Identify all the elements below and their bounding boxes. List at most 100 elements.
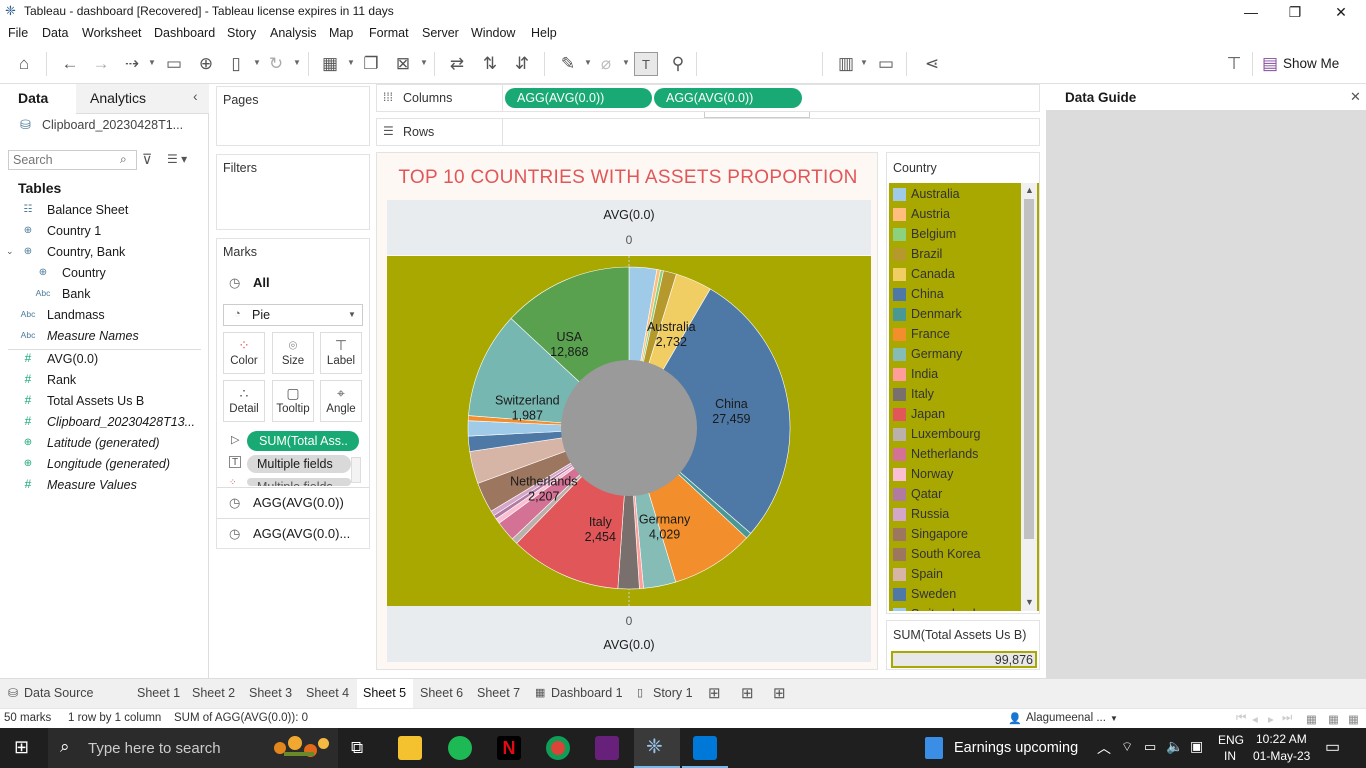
mark-type-dropdown[interactable]: ◔ Pie ▼ xyxy=(223,304,363,326)
news-widget[interactable]: Earnings upcoming xyxy=(954,740,1078,756)
rows-shelf[interactable]: ☰ Rows xyxy=(376,118,1040,146)
show-me-icon[interactable]: ▤ xyxy=(1258,52,1282,76)
field-balance-sheet[interactable]: ☷ Balance Sheet xyxy=(0,201,209,222)
agg-layer-1[interactable]: AGG(AVG(0.0)) xyxy=(253,495,344,510)
column-pill-1[interactable]: AGG(AVG(0.0)) xyxy=(505,88,652,108)
legend-scrollbar[interactable]: ▲ ▼ xyxy=(1021,183,1037,611)
clock-date[interactable]: 01-May-23 xyxy=(1253,749,1310,763)
field-bank[interactable]: Abc Bank xyxy=(0,285,209,306)
angle-pill[interactable]: SUM(Total Ass.. xyxy=(247,431,359,451)
tab-sheet-4[interactable]: Sheet 4 xyxy=(306,686,349,700)
tab-data[interactable]: Data xyxy=(18,90,48,106)
legend-item-sweden[interactable]: Sweden xyxy=(893,585,1021,605)
scroll-up-icon[interactable]: ▲ xyxy=(1025,185,1034,195)
close-icon[interactable]: ✕ xyxy=(1350,89,1361,105)
tab-story-1[interactable]: Story 1 xyxy=(653,686,693,700)
legend-item-canada[interactable]: Canada xyxy=(893,265,1021,285)
tab-sheet-3[interactable]: Sheet 3 xyxy=(249,686,292,700)
color-pill[interactable]: Multiple fields xyxy=(247,478,351,486)
datasource-name[interactable]: Clipboard_20230428T1... xyxy=(42,118,183,132)
field-total-assets[interactable]: # Total Assets Us B xyxy=(0,392,209,413)
redo-icon[interactable]: → xyxy=(89,52,113,76)
pie-chart[interactable]: Australia2,732 China27,459 Germany4,029 Ita… xyxy=(387,256,871,606)
legend-item-norway[interactable]: Norway xyxy=(893,465,1021,485)
new-dashboard-tab-icon[interactable]: ⊞ xyxy=(741,684,754,702)
save-icon[interactable]: ▭ xyxy=(162,52,186,76)
refresh-icon[interactable]: ↻ xyxy=(264,52,288,76)
legend-item-france[interactable]: France xyxy=(893,325,1021,345)
tab-dashboard-1[interactable]: Dashboard 1 xyxy=(551,686,623,700)
legend-item-india[interactable]: India xyxy=(893,365,1021,385)
close-window-button[interactable]: ✕ xyxy=(1326,2,1356,22)
legend-item-qatar[interactable]: Qatar xyxy=(893,485,1021,505)
tab-sheet-7[interactable]: Sheet 7 xyxy=(477,686,520,700)
field-rank[interactable]: # Rank xyxy=(0,371,209,392)
nav-next-icon[interactable]: ▸ xyxy=(1268,712,1274,726)
filters-card[interactable]: Filters xyxy=(216,154,370,230)
language-eng[interactable]: ENG xyxy=(1218,733,1244,747)
legend-item-luxembourg[interactable]: Luxembourg xyxy=(893,425,1021,445)
tooltip-button[interactable]: ▢ Tooltip xyxy=(272,380,314,422)
marks-all-label[interactable]: All xyxy=(253,275,270,290)
menu-story[interactable]: Story xyxy=(227,26,256,40)
sort-ascending-icon[interactable]: ⇅ xyxy=(478,52,502,76)
wifi-icon[interactable]: ⌔ xyxy=(1121,739,1133,755)
visual-studio-icon[interactable] xyxy=(595,736,619,760)
legend-item-south-korea[interactable]: South Korea xyxy=(893,545,1021,565)
legend-item-belgium[interactable]: Belgium xyxy=(893,225,1021,245)
view-options-icon[interactable]: ☰ ▾ xyxy=(167,152,187,166)
detail-button[interactable]: ∴ Detail xyxy=(223,380,265,422)
field-measure-values[interactable]: # Measure Values xyxy=(0,476,209,497)
task-view-icon[interactable]: ⧉ xyxy=(351,738,363,758)
battery-icon[interactable]: ▭ xyxy=(1144,739,1156,755)
new-story-tab-icon[interactable]: ⊞ xyxy=(773,684,786,702)
menu-format[interactable]: Format xyxy=(369,26,409,40)
menu-file[interactable]: File xyxy=(8,26,28,40)
column-pill-2[interactable]: AGG(AVG(0.0)) xyxy=(654,88,802,108)
field-country-1[interactable]: ⊕ Country 1 xyxy=(0,222,209,243)
pages-card[interactable]: Pages xyxy=(216,86,370,146)
legend-item-singapore[interactable]: Singapore xyxy=(893,525,1021,545)
nav-first-icon[interactable]: ⏮ xyxy=(1236,712,1246,725)
legend-item-spain[interactable]: Spain xyxy=(893,565,1021,585)
spotify-icon[interactable] xyxy=(448,736,472,760)
taskbar-search[interactable]: ⌕ Type here to search xyxy=(48,728,338,768)
network-icon[interactable]: ▣ xyxy=(1190,738,1203,755)
columns-shelf[interactable]: ⁞⁞⁞ Columns AGG(AVG(0.0)) AGG(AVG(0.0)) xyxy=(376,84,1040,112)
field-latitude[interactable]: ⊕ Latitude (generated) xyxy=(0,434,209,455)
legend-item-germany[interactable]: Germany xyxy=(893,345,1021,365)
search-input[interactable] xyxy=(13,153,113,167)
tab-sheet-2[interactable]: Sheet 2 xyxy=(192,686,235,700)
chrome-icon[interactable] xyxy=(546,736,570,760)
legend-item-australia[interactable]: Australia xyxy=(893,185,1021,205)
tab-analytics[interactable]: Analytics xyxy=(90,90,146,106)
home-icon[interactable]: ⌂ xyxy=(12,52,36,76)
legend-item-austria[interactable]: Austria xyxy=(893,205,1021,225)
minimize-button[interactable]: — xyxy=(1236,2,1266,22)
legend-item-russia[interactable]: Russia xyxy=(893,505,1021,525)
marks-scrollbar[interactable] xyxy=(351,457,361,483)
show-filmstrip-icon[interactable]: ▦ xyxy=(1306,712,1317,726)
file-explorer-icon[interactable] xyxy=(398,736,422,760)
agg-layer-2[interactable]: AGG(AVG(0.0)... xyxy=(253,526,350,541)
legend-item-denmark[interactable]: Denmark xyxy=(893,305,1021,325)
notifications-icon[interactable]: ▭ xyxy=(1325,737,1340,757)
menu-worksheet[interactable]: Worksheet xyxy=(82,26,142,40)
show-tabs-icon[interactable]: ▦ xyxy=(1328,712,1339,726)
replay-icon[interactable]: ⇢ xyxy=(120,52,144,76)
show-cards-icon[interactable]: ▥ xyxy=(834,52,858,76)
legend-item-brazil[interactable]: Brazil xyxy=(893,245,1021,265)
tab-sheet-6[interactable]: Sheet 6 xyxy=(420,686,463,700)
show-sheet-sorter-icon[interactable]: ▦ xyxy=(1348,712,1359,726)
chevron-down-icon[interactable]: ▼ xyxy=(1110,714,1118,723)
field-landmass[interactable]: Abc Landmass xyxy=(0,306,209,327)
collapse-chevron-icon[interactable]: ⌄ xyxy=(6,246,14,257)
tableau-taskbar-active[interactable]: ❈ xyxy=(634,728,680,768)
scroll-down-icon[interactable]: ▼ xyxy=(1025,597,1034,607)
field-country-bank[interactable]: ⌄ ⊕ Country, Bank xyxy=(0,243,209,264)
field-measure-names[interactable]: Abc Measure Names xyxy=(0,327,209,348)
label-pill[interactable]: Multiple fields xyxy=(247,455,351,473)
menu-server[interactable]: Server xyxy=(422,26,459,40)
highlight-icon[interactable]: ✎ xyxy=(556,52,580,76)
show-me-button[interactable]: Show Me xyxy=(1283,56,1339,71)
